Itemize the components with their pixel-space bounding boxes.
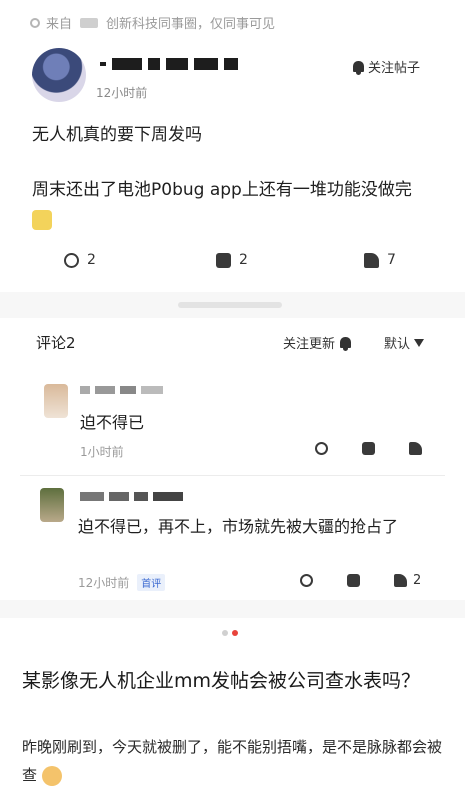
redacted-block: [100, 62, 106, 66]
redacted-company: [80, 17, 99, 28]
commenter-avatar[interactable]: [44, 384, 68, 418]
redacted-block: [80, 386, 90, 394]
question-title[interactable]: 某影像无人机企业mm发帖会被公司查水表吗？: [22, 667, 447, 695]
redacted-block: [95, 386, 115, 394]
redacted-block: [120, 386, 136, 394]
comment-icon: [216, 252, 231, 268]
circle-icon: [30, 17, 40, 28]
comment-like-button[interactable]: 2: [394, 573, 421, 588]
bell-icon: [353, 61, 364, 75]
thumbs-up-icon: [394, 574, 407, 587]
sort-label: 默认: [384, 337, 411, 352]
pager-dot-active: [232, 630, 238, 636]
commenter-name-redacted[interactable]: [80, 386, 163, 394]
redacted-block: [148, 58, 160, 70]
follow-post-label: 关注帖子: [368, 61, 421, 76]
follow-updates-button[interactable]: 关注更新: [283, 333, 352, 352]
comment-divider: [20, 475, 445, 476]
redacted-block: [224, 58, 238, 70]
redacted-separator-text: [178, 302, 282, 308]
redacted-block: [194, 58, 218, 70]
source-prefix: 来自: [46, 17, 73, 32]
thumbs-up-icon: [364, 252, 379, 268]
post-title: 无人机真的要下周发吗: [32, 125, 202, 145]
edit-action[interactable]: 2: [64, 252, 96, 268]
post-body: 周末还出了电池P0bug app上还有一堆功能没做完: [32, 175, 432, 235]
post-body-text: 周末还出了电池P0bug app上还有一堆功能没做完: [32, 180, 412, 200]
edit-icon: [64, 252, 79, 268]
reply-icon[interactable]: [362, 442, 375, 455]
like-action[interactable]: 7: [364, 252, 396, 268]
edit-icon[interactable]: [315, 442, 328, 455]
commenter-name-redacted[interactable]: [80, 492, 183, 501]
sort-button[interactable]: 默认: [384, 333, 425, 352]
author-name-redacted[interactable]: [100, 58, 238, 70]
comment-count: 2: [239, 252, 248, 268]
comment-like-count: 2: [413, 573, 422, 588]
edit-icon[interactable]: [300, 574, 313, 587]
author-avatar[interactable]: [32, 48, 86, 102]
question-body: 昨晚刚刷到，今天就被删了，能不能别捂嘴，是不是脉脉都会被查: [22, 733, 447, 789]
comment-actions: [315, 442, 422, 455]
comment-time: 1小时前: [80, 443, 124, 460]
crying-emoji-icon: [41, 765, 62, 786]
comment-time-text: 1小时前: [80, 445, 124, 459]
thumbs-up-icon[interactable]: [409, 442, 422, 455]
comment-time-text: 12小时前: [78, 576, 130, 590]
pager-dots: [222, 630, 238, 636]
filter-icon: [414, 338, 425, 347]
pager-dot: [222, 630, 228, 636]
redacted-block: [112, 58, 142, 70]
comments-header: 评论2: [36, 334, 76, 352]
source-row: 来自 创新科技同事圈，仅同事可见: [30, 13, 275, 32]
post-time: 12小时前: [96, 86, 148, 100]
redacted-block: [141, 386, 163, 394]
question-body-text: 昨晚刚刷到，今天就被删了，能不能别捂嘴，是不是脉脉都会被查: [22, 738, 443, 784]
comment-time: 12小时前 首评: [78, 574, 166, 591]
grimace-emoji-icon: [32, 210, 52, 230]
source-suffix: 创新科技同事圈，仅同事可见: [106, 17, 276, 32]
like-count: 7: [387, 252, 396, 268]
comment-action[interactable]: 2: [216, 252, 248, 268]
first-comment-badge: 首评: [137, 574, 166, 591]
comment-text: 迫不得已，再不上，市场就先被大疆的抢占了: [78, 517, 399, 536]
redacted-block: [109, 492, 129, 501]
reply-icon[interactable]: [347, 574, 360, 587]
edit-count: 2: [87, 252, 96, 268]
redacted-block: [134, 492, 148, 501]
bell-icon: [340, 337, 352, 351]
redacted-block: [166, 58, 188, 70]
section-separator: [0, 600, 465, 618]
comment-text: 迫不得已: [80, 413, 145, 432]
commenter-avatar[interactable]: [40, 488, 64, 522]
follow-post-button[interactable]: 关注帖子: [353, 57, 420, 76]
comment-actions: 2: [300, 573, 421, 588]
redacted-block: [80, 492, 104, 501]
redacted-block: [153, 492, 183, 501]
follow-updates-label: 关注更新: [283, 337, 336, 352]
